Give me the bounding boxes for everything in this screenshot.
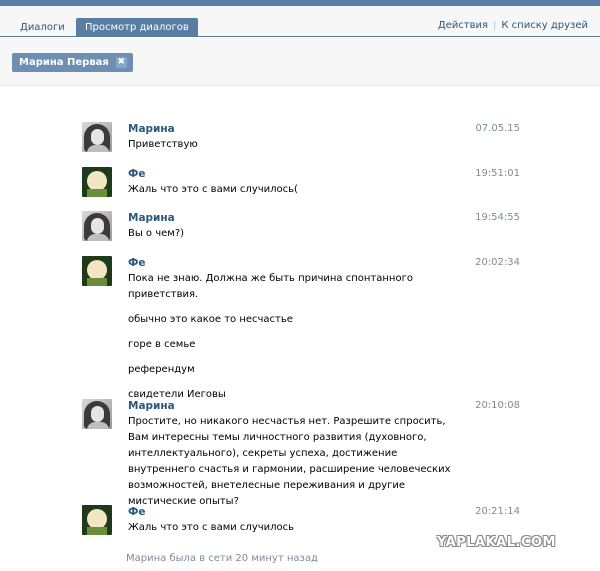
actions-link[interactable]: Действия: [438, 20, 488, 31]
message-time: 19:51:01: [475, 168, 520, 179]
message-author[interactable]: Фе: [128, 257, 146, 269]
message-author[interactable]: Фе: [128, 168, 146, 180]
message-time: 20:02:34: [475, 257, 520, 268]
message-time: 07.05.15: [475, 123, 520, 134]
message-text: Простите, но никакого несчастья нет. Раз…: [128, 414, 463, 510]
message-text: Жаль что это с вами случилось(: [128, 182, 463, 198]
message-line: Приветствую: [128, 139, 198, 150]
marina-avatar-icon[interactable]: [82, 211, 112, 241]
message-line: обычно это какое то несчастье: [128, 314, 293, 325]
message-time: 19:54:55: [475, 212, 520, 223]
marina-avatar-icon[interactable]: [82, 122, 112, 152]
message-line: свидетели Иеговы: [128, 389, 226, 400]
tab-view-dialogs[interactable]: Просмотр диалогов: [76, 18, 198, 37]
recipient-chip-label: Марина Первая: [19, 57, 109, 68]
message-author[interactable]: Марина: [128, 400, 175, 412]
fe-avatar-icon[interactable]: [82, 167, 112, 197]
message-author[interactable]: Марина: [128, 123, 175, 135]
message-time: 20:21:14: [475, 506, 520, 517]
message-line: горе в семье: [128, 339, 196, 350]
message-line: Жаль что это с вами случилось: [128, 522, 295, 533]
fe-avatar-icon[interactable]: [82, 256, 112, 286]
recipient-row: Марина Первая ✖: [0, 38, 600, 86]
message-text: Жаль что это с вами случилось: [128, 520, 463, 536]
tab-actions: Действия | К списку друзей: [438, 20, 588, 31]
friends-list-link[interactable]: К списку друзей: [501, 20, 588, 31]
message-time: 20:10:08: [475, 400, 520, 411]
marina-avatar-icon[interactable]: [82, 399, 112, 429]
message-line: Вы о чем?): [128, 228, 185, 239]
message-author[interactable]: Марина: [128, 212, 175, 224]
message-text: Пока не знаю. Должна же быть причина спо…: [128, 271, 463, 403]
message-text: Вы о чем?): [128, 226, 463, 242]
message-author[interactable]: Фе: [128, 506, 146, 518]
fe-avatar-icon[interactable]: [82, 505, 112, 535]
message-line: Пока не знаю. Должна же быть причина спо…: [128, 273, 413, 300]
message-line: референдум: [128, 364, 195, 375]
message-line: Жаль что это с вами случилось(: [128, 184, 298, 195]
watermark-logo: YAPLAKAL.COM: [437, 535, 556, 550]
message-line: Простите, но никакого несчастья нет. Раз…: [128, 416, 451, 507]
online-status: Марина была в сети 20 минут назад: [126, 553, 318, 564]
separator: |: [493, 20, 497, 31]
message-text: Приветствую: [128, 137, 463, 153]
close-icon[interactable]: ✖: [115, 57, 127, 68]
tab-dialogs[interactable]: Диалоги: [11, 18, 74, 37]
recipient-chip[interactable]: Марина Первая ✖: [12, 53, 133, 72]
tab-bar: Диалоги Просмотр диалогов Действия | К спи…: [0, 6, 600, 37]
